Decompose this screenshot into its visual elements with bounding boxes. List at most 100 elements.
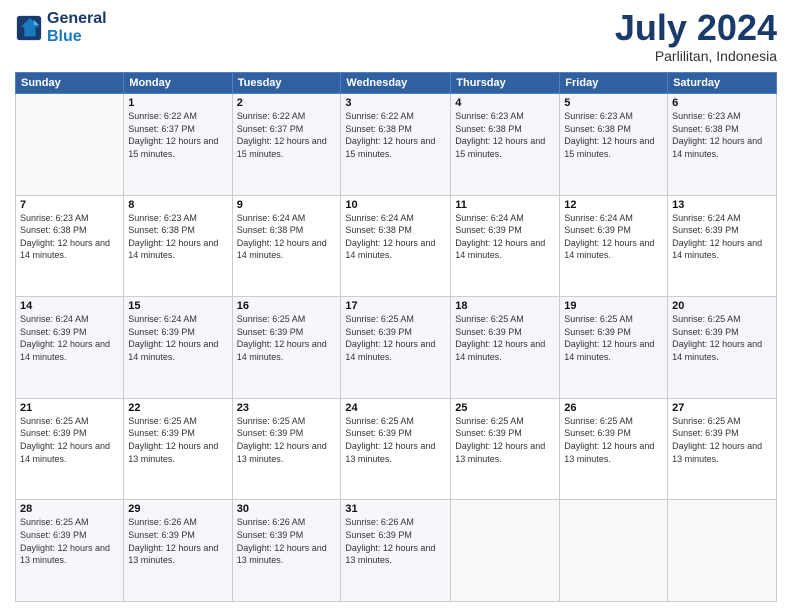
day-info: Sunrise: 6:24 AMSunset: 6:38 PMDaylight:… xyxy=(237,212,337,262)
day-info: Sunrise: 6:24 AMSunset: 6:39 PMDaylight:… xyxy=(455,212,555,262)
day-info: Sunrise: 6:25 AMSunset: 6:39 PMDaylight:… xyxy=(672,313,772,363)
day-number: 31 xyxy=(345,503,446,515)
week-row-2: 7Sunrise: 6:23 AMSunset: 6:38 PMDaylight… xyxy=(16,195,777,297)
calendar-cell: 21Sunrise: 6:25 AMSunset: 6:39 PMDayligh… xyxy=(16,398,124,500)
day-info: Sunrise: 6:25 AMSunset: 6:39 PMDaylight:… xyxy=(237,313,337,363)
day-number: 18 xyxy=(455,300,555,312)
page: General Blue July 2024 Parlilitan, Indon… xyxy=(0,0,792,612)
day-number: 8 xyxy=(128,199,227,211)
day-number: 5 xyxy=(564,97,663,109)
day-info: Sunrise: 6:22 AMSunset: 6:37 PMDaylight:… xyxy=(237,110,337,160)
day-header-wednesday: Wednesday xyxy=(341,73,451,94)
day-header-tuesday: Tuesday xyxy=(232,73,341,94)
day-info: Sunrise: 6:23 AMSunset: 6:38 PMDaylight:… xyxy=(455,110,555,160)
day-header-thursday: Thursday xyxy=(451,73,560,94)
day-info: Sunrise: 6:25 AMSunset: 6:39 PMDaylight:… xyxy=(564,415,663,465)
calendar-cell: 7Sunrise: 6:23 AMSunset: 6:38 PMDaylight… xyxy=(16,195,124,297)
calendar-cell: 4Sunrise: 6:23 AMSunset: 6:38 PMDaylight… xyxy=(451,94,560,196)
calendar-cell: 2Sunrise: 6:22 AMSunset: 6:37 PMDaylight… xyxy=(232,94,341,196)
day-number: 4 xyxy=(455,97,555,109)
day-info: Sunrise: 6:23 AMSunset: 6:38 PMDaylight:… xyxy=(564,110,663,160)
calendar-cell: 1Sunrise: 6:22 AMSunset: 6:37 PMDaylight… xyxy=(124,94,232,196)
calendar-cell xyxy=(16,94,124,196)
day-info: Sunrise: 6:25 AMSunset: 6:39 PMDaylight:… xyxy=(455,313,555,363)
calendar-cell: 13Sunrise: 6:24 AMSunset: 6:39 PMDayligh… xyxy=(668,195,777,297)
day-number: 7 xyxy=(20,199,119,211)
day-info: Sunrise: 6:25 AMSunset: 6:39 PMDaylight:… xyxy=(128,415,227,465)
calendar-cell xyxy=(560,500,668,602)
day-number: 15 xyxy=(128,300,227,312)
day-number: 27 xyxy=(672,402,772,414)
logo-icon xyxy=(15,14,43,42)
day-info: Sunrise: 6:24 AMSunset: 6:39 PMDaylight:… xyxy=(564,212,663,262)
day-number: 2 xyxy=(237,97,337,109)
day-info: Sunrise: 6:25 AMSunset: 6:39 PMDaylight:… xyxy=(20,516,119,566)
day-info: Sunrise: 6:22 AMSunset: 6:38 PMDaylight:… xyxy=(345,110,446,160)
day-number: 9 xyxy=(237,199,337,211)
day-number: 10 xyxy=(345,199,446,211)
calendar-cell: 20Sunrise: 6:25 AMSunset: 6:39 PMDayligh… xyxy=(668,297,777,399)
day-info: Sunrise: 6:22 AMSunset: 6:37 PMDaylight:… xyxy=(128,110,227,160)
calendar-cell: 29Sunrise: 6:26 AMSunset: 6:39 PMDayligh… xyxy=(124,500,232,602)
calendar-cell: 24Sunrise: 6:25 AMSunset: 6:39 PMDayligh… xyxy=(341,398,451,500)
day-info: Sunrise: 6:26 AMSunset: 6:39 PMDaylight:… xyxy=(345,516,446,566)
calendar-table: SundayMondayTuesdayWednesdayThursdayFrid… xyxy=(15,72,777,602)
subtitle: Parlilitan, Indonesia xyxy=(615,48,777,64)
calendar-cell: 15Sunrise: 6:24 AMSunset: 6:39 PMDayligh… xyxy=(124,297,232,399)
day-number: 28 xyxy=(20,503,119,515)
day-number: 30 xyxy=(237,503,337,515)
day-info: Sunrise: 6:25 AMSunset: 6:39 PMDaylight:… xyxy=(672,415,772,465)
calendar-cell: 17Sunrise: 6:25 AMSunset: 6:39 PMDayligh… xyxy=(341,297,451,399)
logo-text: General Blue xyxy=(47,10,107,45)
day-header-sunday: Sunday xyxy=(16,73,124,94)
day-number: 21 xyxy=(20,402,119,414)
day-number: 17 xyxy=(345,300,446,312)
day-info: Sunrise: 6:25 AMSunset: 6:39 PMDaylight:… xyxy=(345,415,446,465)
calendar-cell: 16Sunrise: 6:25 AMSunset: 6:39 PMDayligh… xyxy=(232,297,341,399)
day-number: 20 xyxy=(672,300,772,312)
week-row-4: 21Sunrise: 6:25 AMSunset: 6:39 PMDayligh… xyxy=(16,398,777,500)
day-number: 11 xyxy=(455,199,555,211)
calendar-cell: 22Sunrise: 6:25 AMSunset: 6:39 PMDayligh… xyxy=(124,398,232,500)
week-row-3: 14 Sunrise: 6:24 AMSunset: 6:39 PMDayligh… xyxy=(16,297,777,399)
calendar-cell: 31Sunrise: 6:26 AMSunset: 6:39 PMDayligh… xyxy=(341,500,451,602)
logo-line2: Blue xyxy=(47,28,82,45)
calendar-cell: 28Sunrise: 6:25 AMSunset: 6:39 PMDayligh… xyxy=(16,500,124,602)
day-number: 26 xyxy=(564,402,663,414)
day-number: 6 xyxy=(672,97,772,109)
day-info: Sunrise: 6:24 AMSunset: 6:39 PMDaylight:… xyxy=(672,212,772,262)
day-number: 13 xyxy=(672,199,772,211)
day-info: Sunrise: 6:24 AMSunset: 6:39 PMDaylight:… xyxy=(128,313,227,363)
calendar-cell: 12Sunrise: 6:24 AMSunset: 6:39 PMDayligh… xyxy=(560,195,668,297)
day-info: Sunrise: 6:25 AMSunset: 6:39 PMDaylight:… xyxy=(345,313,446,363)
header: General Blue July 2024 Parlilitan, Indon… xyxy=(15,10,777,64)
calendar-cell: 25Sunrise: 6:25 AMSunset: 6:39 PMDayligh… xyxy=(451,398,560,500)
calendar-cell: 27Sunrise: 6:25 AMSunset: 6:39 PMDayligh… xyxy=(668,398,777,500)
day-number: 12 xyxy=(564,199,663,211)
calendar-cell xyxy=(668,500,777,602)
calendar-cell xyxy=(451,500,560,602)
day-info: Sunrise: 6:24 AMSunset: 6:38 PMDaylight:… xyxy=(345,212,446,262)
calendar-cell: 10Sunrise: 6:24 AMSunset: 6:38 PMDayligh… xyxy=(341,195,451,297)
week-row-1: 1Sunrise: 6:22 AMSunset: 6:37 PMDaylight… xyxy=(16,94,777,196)
day-info: Sunrise: 6:25 AMSunset: 6:39 PMDaylight:… xyxy=(20,415,119,465)
calendar-cell: 26Sunrise: 6:25 AMSunset: 6:39 PMDayligh… xyxy=(560,398,668,500)
calendar-cell: 18Sunrise: 6:25 AMSunset: 6:39 PMDayligh… xyxy=(451,297,560,399)
day-info: Sunrise: 6:23 AMSunset: 6:38 PMDaylight:… xyxy=(128,212,227,262)
calendar-cell: 19Sunrise: 6:25 AMSunset: 6:39 PMDayligh… xyxy=(560,297,668,399)
calendar-cell: 9Sunrise: 6:24 AMSunset: 6:38 PMDaylight… xyxy=(232,195,341,297)
day-header-friday: Friday xyxy=(560,73,668,94)
day-header-monday: Monday xyxy=(124,73,232,94)
day-header-saturday: Saturday xyxy=(668,73,777,94)
logo: General Blue xyxy=(15,10,107,45)
day-number: 14 xyxy=(20,300,119,312)
day-info: Sunrise: 6:23 AMSunset: 6:38 PMDaylight:… xyxy=(20,212,119,262)
main-title: July 2024 xyxy=(615,10,777,46)
day-info: Sunrise: 6:25 AMSunset: 6:39 PMDaylight:… xyxy=(237,415,337,465)
day-info: Sunrise: 6:26 AMSunset: 6:39 PMDaylight:… xyxy=(237,516,337,566)
day-info: Sunrise: 6:25 AMSunset: 6:39 PMDaylight:… xyxy=(564,313,663,363)
day-number: 22 xyxy=(128,402,227,414)
calendar-header-row: SundayMondayTuesdayWednesdayThursdayFrid… xyxy=(16,73,777,94)
calendar-cell: 30Sunrise: 6:26 AMSunset: 6:39 PMDayligh… xyxy=(232,500,341,602)
title-block: July 2024 Parlilitan, Indonesia xyxy=(615,10,777,64)
